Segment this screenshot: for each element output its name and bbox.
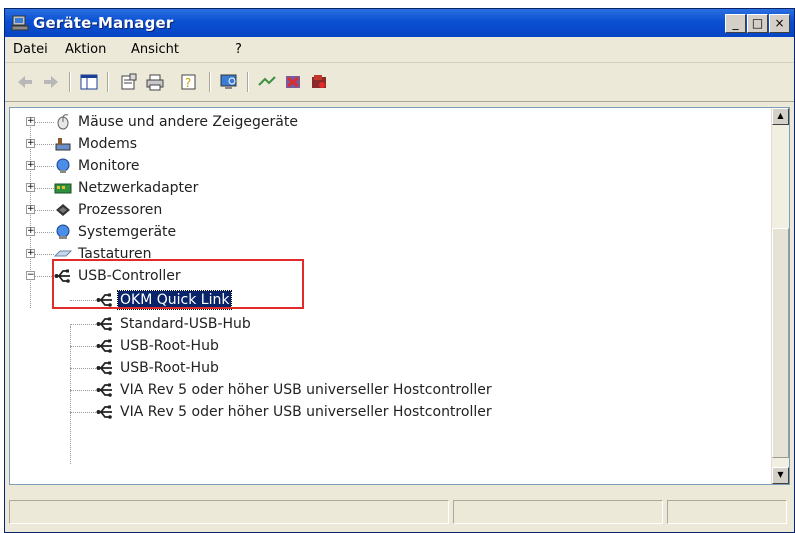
tree-item-via-host-controller[interactable]: VIA Rev 5 oder höher USB universeller Ho… bbox=[10, 379, 690, 401]
menu-help[interactable]: ? bbox=[235, 42, 242, 57]
scroll-thumb[interactable] bbox=[772, 228, 789, 458]
monitor-icon bbox=[56, 158, 70, 173]
mouse-icon bbox=[57, 114, 69, 130]
status-bar bbox=[5, 495, 794, 525]
tree-item-via-host-controller[interactable]: VIA Rev 5 oder höher USB universeller Ho… bbox=[10, 401, 690, 423]
forward-icon[interactable] bbox=[41, 73, 61, 91]
modem-icon bbox=[55, 138, 71, 151]
expand-toggle[interactable]: + bbox=[26, 205, 35, 214]
scroll-down-button[interactable]: ▼ bbox=[772, 467, 789, 484]
expand-toggle[interactable]: + bbox=[26, 249, 35, 258]
collapse-toggle[interactable]: − bbox=[26, 271, 35, 280]
scroll-up-button[interactable]: ▲ bbox=[772, 108, 789, 125]
tree-item-usb-root-hub[interactable]: USB-Root-Hub bbox=[10, 357, 570, 379]
window-title: Geräte-Manager bbox=[33, 14, 174, 32]
vertical-scrollbar[interactable]: ▲ ▼ bbox=[771, 108, 789, 484]
toolbar-separator bbox=[209, 72, 210, 92]
expand-toggle[interactable]: + bbox=[26, 117, 35, 126]
device-tree[interactable]: + Mäuse und andere Zeigegeräte + Modems … bbox=[9, 107, 790, 485]
usb-icon bbox=[96, 405, 112, 419]
print-icon[interactable] bbox=[145, 73, 165, 91]
highlight-box bbox=[52, 259, 304, 309]
tree-item-label: USB-Root-Hub bbox=[120, 338, 219, 354]
network-adapter-icon bbox=[54, 183, 72, 194]
disable-icon[interactable] bbox=[309, 73, 329, 91]
tree-connector bbox=[70, 390, 96, 391]
device-manager-icon bbox=[11, 15, 29, 31]
status-pane bbox=[667, 500, 787, 524]
expand-toggle[interactable]: + bbox=[26, 227, 35, 236]
tree-item-processors[interactable]: + Prozessoren bbox=[10, 199, 570, 221]
tree-item-system-devices[interactable]: + Systemgeräte bbox=[10, 221, 570, 243]
tree-item-label: Modems bbox=[78, 136, 138, 152]
usb-icon bbox=[96, 383, 112, 397]
tree-connector bbox=[70, 324, 96, 325]
tree-connector bbox=[70, 368, 96, 369]
menu-aktion[interactable]: Aktion bbox=[65, 42, 106, 57]
tree-item-label: USB-Root-Hub bbox=[120, 360, 219, 376]
menu-bar: Datei Aktion Ansicht ? bbox=[5, 37, 794, 63]
tree-item-label: VIA Rev 5 oder höher USB universeller Ho… bbox=[120, 404, 492, 420]
tree-item-network-adapters[interactable]: + Netzwerkadapter bbox=[10, 177, 570, 199]
menu-datei[interactable]: Datei bbox=[13, 42, 48, 57]
toolbar: ? bbox=[5, 63, 794, 102]
properties-icon[interactable] bbox=[119, 73, 139, 91]
menu-ansicht[interactable]: Ansicht bbox=[131, 42, 179, 57]
tree-item-modems[interactable]: + Modems bbox=[10, 133, 570, 155]
device-manager-window: Geräte-Manager _ □ × Datei Aktion Ansich… bbox=[4, 8, 795, 533]
svg-text:?: ? bbox=[185, 76, 191, 90]
scan-hardware-icon[interactable] bbox=[219, 73, 239, 91]
title-bar[interactable]: Geräte-Manager _ □ × bbox=[5, 9, 794, 37]
tree-item-mice[interactable]: + Mäuse und andere Zeigegeräte bbox=[10, 111, 570, 133]
minimize-button[interactable]: _ bbox=[725, 14, 746, 33]
expand-toggle[interactable]: + bbox=[26, 183, 35, 192]
tree-item-label: VIA Rev 5 oder höher USB universeller Ho… bbox=[120, 382, 492, 398]
tree-item-monitors[interactable]: + Monitore bbox=[10, 155, 570, 177]
help-icon[interactable]: ? bbox=[179, 73, 199, 91]
toolbar-separator bbox=[107, 72, 108, 92]
tree-item-label: Standard-USB-Hub bbox=[120, 316, 251, 332]
processor-icon bbox=[56, 204, 70, 216]
expand-toggle[interactable]: + bbox=[26, 161, 35, 170]
tree-item-label: Systemgeräte bbox=[78, 224, 177, 240]
back-icon[interactable] bbox=[15, 73, 35, 91]
usb-icon bbox=[96, 339, 112, 353]
toolbar-separator bbox=[247, 72, 248, 92]
toolbar-separator bbox=[69, 72, 70, 92]
update-driver-icon[interactable] bbox=[257, 73, 277, 91]
system-device-icon bbox=[56, 224, 70, 239]
tree-item-label: Monitore bbox=[78, 158, 140, 174]
console-tree-icon[interactable] bbox=[79, 73, 99, 91]
tree-item-label: Netzwerkadapter bbox=[78, 180, 199, 196]
tree-connector bbox=[70, 412, 96, 413]
tree-item-standard-usb-hub[interactable]: Standard-USB-Hub bbox=[10, 313, 570, 335]
expand-toggle[interactable]: + bbox=[26, 139, 35, 148]
usb-icon bbox=[96, 361, 112, 375]
usb-icon bbox=[96, 317, 112, 331]
maximize-button[interactable]: □ bbox=[747, 14, 768, 33]
tree-connector bbox=[70, 346, 96, 347]
tree-item-label: Prozessoren bbox=[78, 202, 163, 218]
uninstall-icon[interactable] bbox=[283, 73, 303, 91]
status-pane bbox=[453, 500, 663, 524]
tree-item-usb-root-hub[interactable]: USB-Root-Hub bbox=[10, 335, 570, 357]
close-button[interactable]: × bbox=[769, 14, 790, 33]
status-pane bbox=[9, 500, 449, 524]
tree-item-label: Mäuse und andere Zeigegeräte bbox=[78, 114, 298, 130]
